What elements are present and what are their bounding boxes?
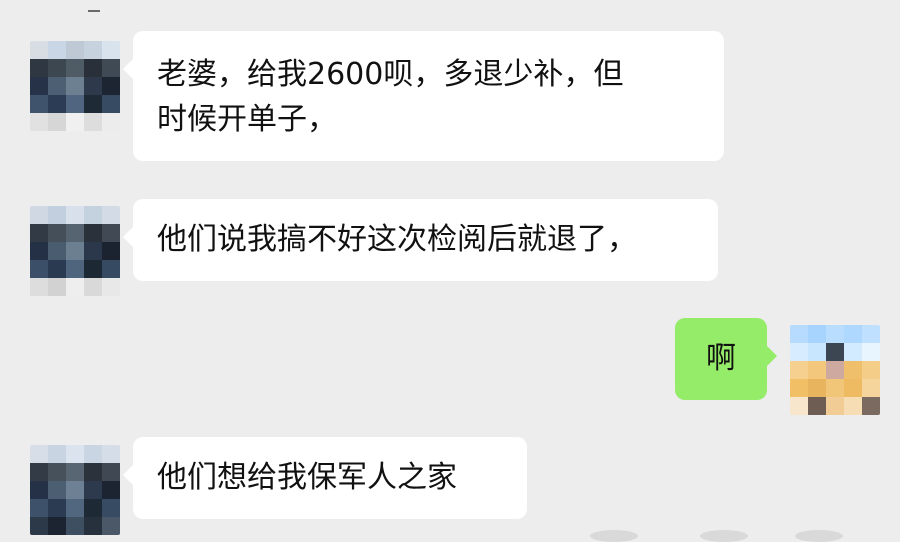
message-3-line-1: 啊 xyxy=(706,341,736,376)
message-1-line-2: 时候开单子， xyxy=(157,102,337,137)
pixelated-avatar-icon xyxy=(30,206,120,296)
message-bubble-2[interactable]: 他们说我搞不好这次检阅后就退了， xyxy=(123,199,718,281)
self-avatar[interactable] xyxy=(790,325,880,415)
bottom-ui-fragment xyxy=(795,530,843,542)
message-2-line-1: 他们说我搞不好这次检阅后就退了， xyxy=(157,222,637,257)
bottom-ui-fragment xyxy=(700,530,748,542)
message-1-line-1: 老婆，给我2600呗，多退少补，但 xyxy=(157,57,624,92)
pixelated-avatar-icon xyxy=(30,41,120,131)
pixelated-avatar-icon xyxy=(790,325,880,415)
message-bubble-3[interactable]: 啊 xyxy=(675,318,777,400)
message-bubble-1[interactable]: 老婆，给我2600呗，多退少补，但 时候开单子， xyxy=(123,31,724,161)
bottom-ui-fragment xyxy=(590,530,638,542)
message-bubble-4[interactable]: 他们想给我保军人之家 xyxy=(123,437,527,519)
contact-avatar[interactable] xyxy=(30,445,120,535)
contact-avatar[interactable] xyxy=(30,206,120,296)
chat-window: 老婆，给我2600呗，多退少补，但 时候开单子， 他们说我搞不好这次检阅后就退了… xyxy=(0,0,900,542)
message-4-line-1: 他们想给我保军人之家 xyxy=(157,460,457,495)
contact-avatar[interactable] xyxy=(30,41,120,131)
top-mark xyxy=(88,10,100,12)
pixelated-avatar-icon xyxy=(30,445,120,535)
